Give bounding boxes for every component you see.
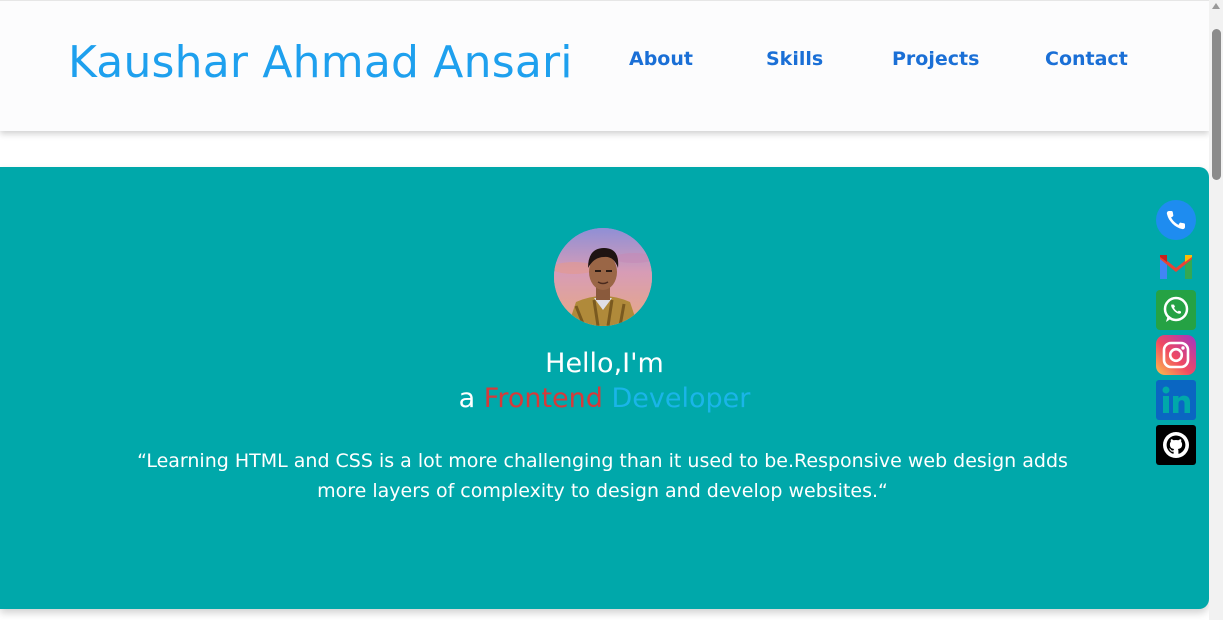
role-word-frontend: Frontend [483, 383, 603, 414]
greeting-heading: Hello,I'm [545, 348, 664, 379]
scroll-up-arrow-icon[interactable] [1212, 3, 1220, 9]
page-scrollbar[interactable] [1209, 0, 1223, 620]
profile-photo-icon [554, 228, 652, 326]
whatsapp-link[interactable] [1156, 290, 1196, 330]
site-header: Kaushar Ahmad Ansari About Skills Projec… [0, 0, 1209, 131]
nav-about-link[interactable]: About [629, 45, 693, 73]
instagram-icon [1156, 335, 1196, 375]
role-word-developer: Developer [611, 383, 751, 414]
nav-contact-link[interactable]: Contact [1045, 45, 1128, 73]
phone-icon [1156, 200, 1196, 240]
phone-link[interactable] [1156, 200, 1196, 240]
gmail-icon [1160, 255, 1192, 279]
hero-quote: “Learning HTML and CSS is a lot more cha… [137, 450, 1068, 502]
whatsapp-icon [1156, 290, 1196, 330]
linkedin-link[interactable] [1156, 380, 1196, 420]
instagram-link[interactable] [1156, 335, 1196, 375]
nav-projects-link[interactable]: Projects [892, 45, 979, 73]
portfolio-page: Kaushar Ahmad Ansari About Skills Projec… [0, 0, 1223, 620]
gmail-link[interactable] [1156, 245, 1196, 285]
github-link[interactable] [1156, 425, 1196, 465]
avatar [554, 228, 652, 326]
role-prefix: a [458, 383, 476, 414]
hero-section: Hello,I'm a Frontend Developer “Learning… [0, 167, 1209, 609]
linkedin-icon [1156, 380, 1196, 420]
role-heading: a Frontend Developer [0, 381, 1209, 417]
scroll-thumb[interactable] [1212, 29, 1221, 180]
nav-skills-link[interactable]: Skills [766, 45, 823, 73]
github-icon [1156, 425, 1196, 465]
main-nav: About Skills Projects Contact [0, 45, 1209, 73]
